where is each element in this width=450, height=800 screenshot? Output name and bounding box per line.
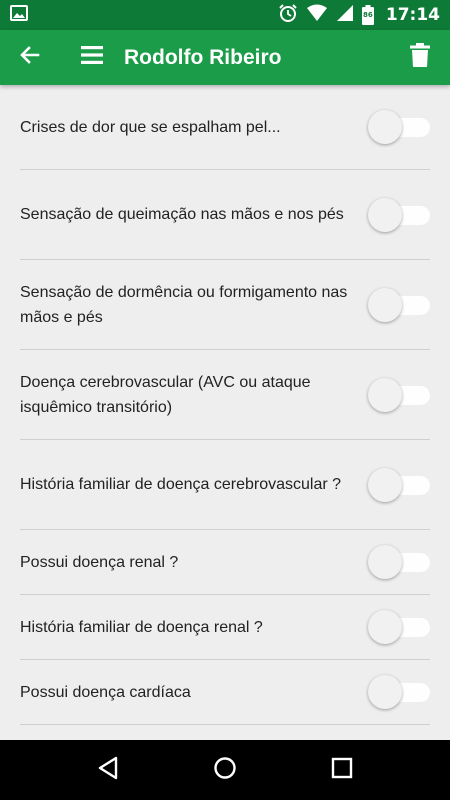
nav-back-icon	[97, 756, 119, 785]
list-item[interactable]: Possui doença renal ?	[20, 530, 430, 595]
list-item[interactable]: História familiar de doença renal ?	[20, 595, 430, 660]
navigation-bar	[0, 740, 450, 800]
alarm-icon	[278, 3, 298, 28]
trash-icon	[410, 43, 430, 72]
question-label: Sensação de dormência ou formigamento na…	[20, 283, 348, 326]
back-arrow-icon	[18, 43, 42, 72]
toggle-switch[interactable]	[368, 195, 430, 235]
toggle-switch[interactable]	[368, 285, 430, 325]
question-label: Possui doença renal ?	[20, 553, 179, 571]
list-item-partial	[20, 725, 430, 740]
menu-button[interactable]	[68, 30, 116, 85]
list-item[interactable]: Possui doença cardíaca	[20, 660, 430, 725]
toggle-switch[interactable]	[368, 375, 430, 415]
screen: 86 17:14 Rodolfo Ribeiro Crises de dor q…	[0, 0, 450, 800]
list-item[interactable]: Sensação de queimação nas mãos e nos pés	[20, 170, 430, 260]
list-item[interactable]: Doença cerebrovascular (AVC ou ataque is…	[20, 350, 430, 440]
nav-back-button[interactable]	[88, 750, 128, 790]
nav-recents-button[interactable]	[322, 750, 362, 790]
signal-icon	[336, 4, 354, 27]
question-label: História familiar de doença cerebrovascu…	[20, 476, 342, 493]
nav-recents-icon	[331, 757, 353, 784]
toggle-switch[interactable]	[368, 607, 430, 647]
question-label: Sensação de queimação nas mãos e nos pés	[20, 206, 344, 223]
toggle-switch[interactable]	[368, 542, 430, 582]
nav-home-icon	[213, 756, 237, 785]
question-label: Possui doença cardíaca	[20, 683, 191, 701]
question-label: Crises de dor que se espalham pel...	[20, 118, 281, 136]
wifi-icon	[306, 4, 328, 27]
delete-button[interactable]	[390, 30, 450, 85]
status-bar: 86 17:14	[0, 0, 450, 30]
toggle-switch[interactable]	[368, 672, 430, 712]
list-item[interactable]: História familiar de doença cerebrovascu…	[20, 440, 430, 530]
question-list: Crises de dor que se espalham pel... Sen…	[0, 85, 450, 740]
question-label: Doença cerebrovascular (AVC ou ataque is…	[20, 373, 311, 416]
toggle-switch[interactable]	[368, 465, 430, 505]
list-item[interactable]: Sensação de dormência ou formigamento na…	[20, 260, 430, 350]
page-title: Rodolfo Ribeiro	[124, 45, 282, 69]
app-bar: Rodolfo Ribeiro	[0, 30, 450, 85]
list-item[interactable]: Crises de dor que se espalham pel...	[20, 85, 430, 170]
status-time: 17:14	[385, 5, 440, 25]
image-icon	[10, 4, 28, 27]
toggle-switch[interactable]	[368, 107, 430, 147]
back-button[interactable]	[0, 30, 60, 85]
question-label: História familiar de doença renal ?	[20, 618, 263, 636]
battery-level: 86	[363, 11, 373, 19]
menu-icon	[80, 44, 104, 71]
battery-icon: 86	[361, 5, 374, 25]
nav-home-button[interactable]	[205, 750, 245, 790]
